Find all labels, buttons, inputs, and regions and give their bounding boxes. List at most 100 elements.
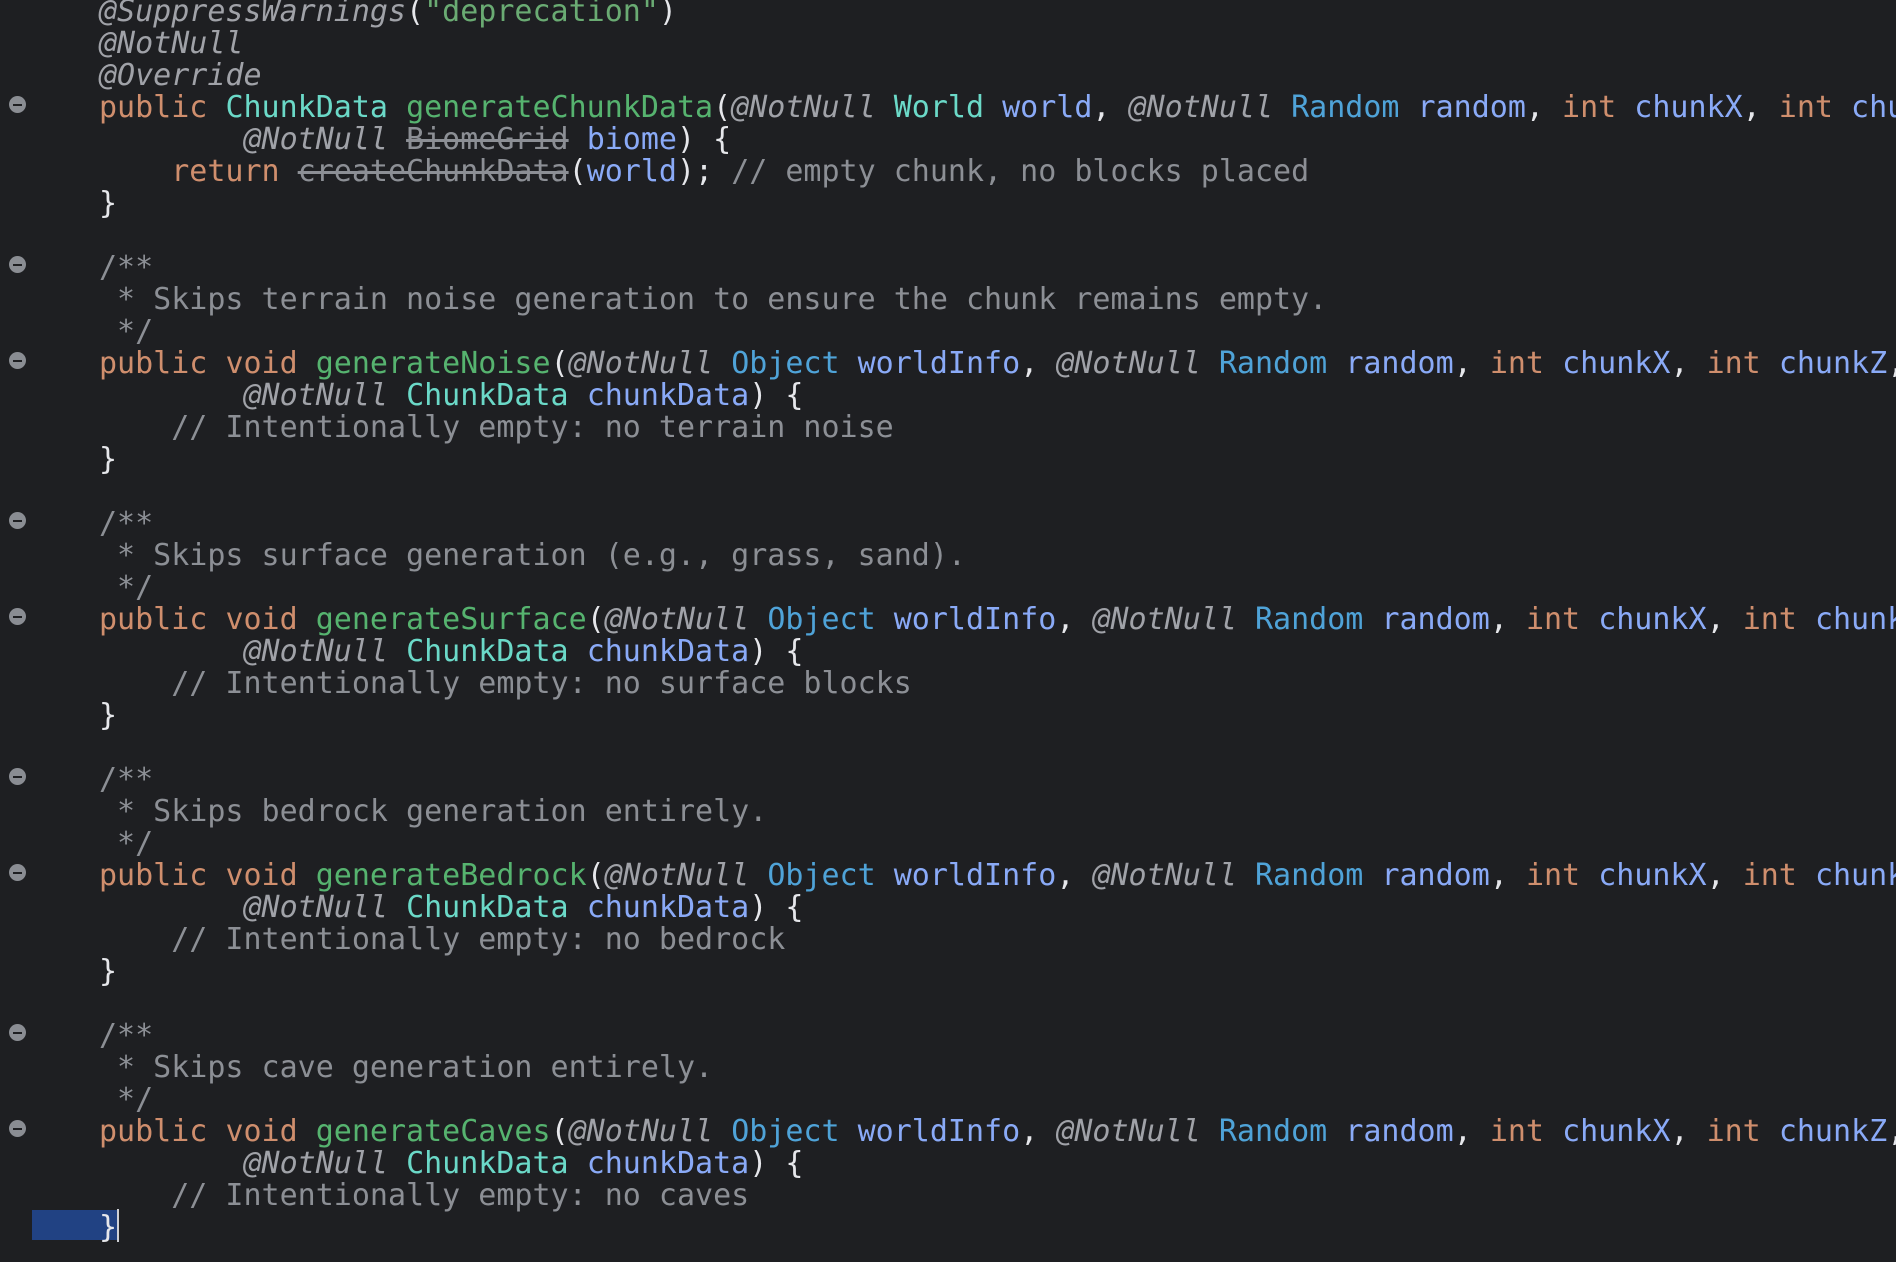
code-line: @NotNull ChunkData chunkData) { (99, 634, 804, 669)
comma: , (1489, 602, 1526, 637)
fold-collapse-icon[interactable] (9, 256, 26, 273)
paren-brace: ) { (749, 1146, 804, 1181)
annotation: @NotNull (1056, 1114, 1201, 1149)
line-comment: // empty chunk, no blocks placed (731, 154, 1310, 189)
parameter: random (1381, 602, 1490, 637)
keyword: int (1489, 346, 1544, 381)
annotation: @NotNull (1056, 346, 1201, 381)
type-name: Object (731, 346, 840, 381)
type-name: ChunkData (406, 890, 569, 925)
annotation: @NotNull (604, 602, 750, 637)
fold-collapse-icon[interactable] (9, 608, 26, 625)
keyword: public (99, 858, 208, 893)
parameter: chunkData (586, 378, 750, 413)
type-name: Random (1218, 346, 1328, 381)
method-name: generateChunkData (406, 90, 714, 125)
comma: , (1056, 602, 1093, 637)
method-name: generateBedrock (315, 858, 587, 893)
type-name: ChunkData (225, 90, 388, 125)
parameter: chunkX (1634, 90, 1743, 125)
line-comment: // Intentionally empty: no bedrock (171, 922, 786, 957)
comma: , (1092, 90, 1129, 125)
comma: , (1887, 1114, 1896, 1149)
code-line: @Override (99, 60, 262, 92)
parameter: random (1417, 90, 1526, 125)
fold-collapse-icon[interactable] (9, 768, 26, 785)
annotation: @NotNull (1128, 90, 1274, 125)
keyword: int (1525, 858, 1581, 893)
code-line: // Intentionally empty: no terrain noise (99, 412, 893, 444)
code-line: // Intentionally empty: no bedrock (99, 924, 785, 956)
paren: ( (406, 0, 425, 29)
annotation: @SuppressWarnings (99, 0, 407, 29)
line-comment: // Intentionally empty: no surface block… (171, 666, 912, 701)
fold-collapse-icon[interactable] (9, 1024, 26, 1041)
parameter: random (1381, 858, 1490, 893)
code-line: */ (99, 316, 153, 348)
deprecated-method: createChunkData (297, 154, 569, 189)
close-brace: } (99, 186, 118, 221)
code-line: @NotNull ChunkData chunkData) { (99, 378, 804, 413)
code-line: /** (99, 1020, 153, 1052)
paren: ( (550, 346, 569, 381)
code-line: * Skips terrain noise generation to ensu… (99, 284, 1327, 316)
annotation: @NotNull (243, 890, 389, 925)
parameter: chunkX (1562, 346, 1671, 381)
annotation: @Override (99, 58, 262, 93)
doc-comment: /** (99, 1018, 154, 1053)
paren-brace: ) { (749, 634, 804, 669)
keyword: int (1562, 90, 1617, 125)
keyword: void (225, 858, 298, 893)
comma: , (1887, 346, 1896, 381)
doc-comment: /** (99, 762, 154, 797)
parameter: worldInfo (893, 602, 1057, 637)
fold-collapse-icon[interactable] (9, 512, 26, 529)
comma: , (1020, 1114, 1057, 1149)
keyword: void (225, 346, 298, 381)
comma: , (1489, 858, 1526, 893)
method-name: generateSurface (315, 602, 587, 637)
doc-comment: * Skips bedrock generation entirely. (99, 794, 768, 829)
keyword: int (1742, 858, 1797, 893)
annotation: @NotNull (99, 26, 244, 61)
code-line: } (99, 188, 117, 220)
type-name: Object (767, 602, 876, 637)
code-line: return createChunkData(world); // empty … (99, 156, 1309, 188)
parameter: chunkX (1598, 858, 1707, 893)
code-line: public void generateBedrock(@NotNull Obj… (99, 860, 1896, 892)
paren-brace: ) { (749, 378, 804, 413)
keyword: void (225, 602, 298, 637)
fold-collapse-icon[interactable] (9, 352, 26, 369)
method-name: generateNoise (315, 346, 551, 381)
type-name: Random (1218, 1114, 1328, 1149)
doc-comment: */ (99, 570, 154, 605)
code-line: public ChunkData generateChunkData(@NotN… (99, 92, 1896, 124)
fold-collapse-icon[interactable] (9, 864, 26, 881)
parameter: world (586, 154, 677, 189)
parameter: random (1345, 1114, 1454, 1149)
doc-comment: */ (99, 314, 154, 349)
parameter: chunkZ (1814, 858, 1896, 893)
code-line: @NotNull ChunkData chunkData) { (99, 890, 804, 925)
keyword: int (1706, 346, 1761, 381)
code-line: /** (99, 252, 153, 284)
paren: ( (550, 1114, 569, 1149)
type-name: ChunkData (406, 634, 569, 669)
comma: , (1056, 858, 1093, 893)
code-line: /** (99, 508, 153, 540)
type-name: Random (1255, 858, 1364, 893)
comma: , (1453, 346, 1490, 381)
code-line: */ (99, 1084, 153, 1116)
code-editor[interactable]: @SuppressWarnings("deprecation") @NotNul… (0, 0, 1896, 1262)
parameter: chunkData (586, 1146, 750, 1181)
parameter: chunkData (586, 634, 750, 669)
code-line: @SuppressWarnings("deprecation") (99, 0, 677, 28)
parameter: chunkZ (1778, 346, 1888, 381)
comma: , (1670, 1114, 1707, 1149)
fold-collapse-icon[interactable] (9, 96, 26, 113)
fold-collapse-icon[interactable] (9, 1120, 26, 1137)
parameter: chunkX (1562, 1114, 1671, 1149)
parameter: worldInfo (857, 1114, 1021, 1149)
parameter: chunkZ (1814, 602, 1896, 637)
comma: , (1706, 858, 1743, 893)
